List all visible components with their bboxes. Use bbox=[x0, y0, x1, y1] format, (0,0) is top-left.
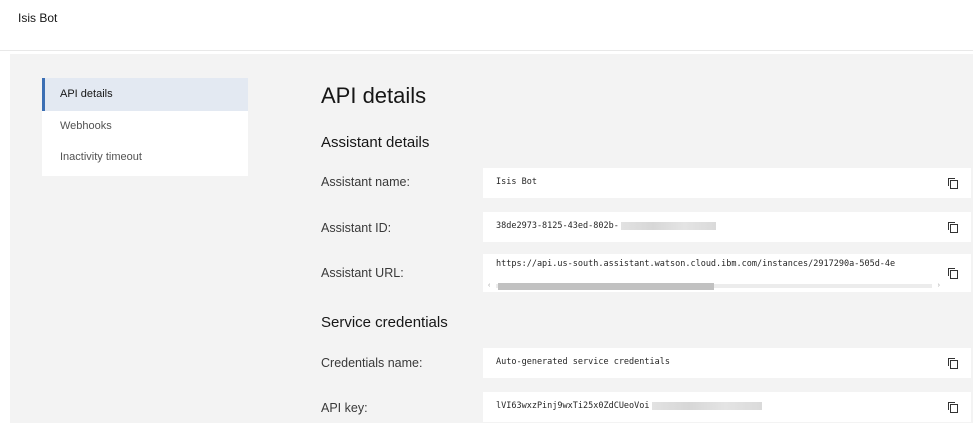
nav-item-api-details[interactable]: API details bbox=[42, 78, 248, 111]
redacted-blur bbox=[620, 221, 716, 230]
copy-icon[interactable] bbox=[947, 177, 959, 189]
service-credentials-heading: Service credentials bbox=[321, 314, 448, 331]
assistant-name-field: Isis Bot bbox=[483, 168, 971, 198]
horizontal-scrollbar[interactable]: ‹ › bbox=[488, 281, 940, 290]
api-key-label: API key: bbox=[321, 401, 368, 415]
copy-icon[interactable] bbox=[947, 221, 959, 233]
nav-item-inactivity-timeout[interactable]: Inactivity timeout bbox=[42, 142, 248, 175]
top-bar: Isis Bot bbox=[0, 0, 973, 51]
assistant-name-label: Assistant name: bbox=[321, 175, 410, 189]
redacted-blur bbox=[651, 401, 762, 410]
api-key-value: lVI63wxzPinj9wxTi25x0ZdCUeoVoi bbox=[496, 401, 650, 411]
scroll-left-icon[interactable]: ‹ bbox=[488, 281, 490, 290]
assistant-url-label: Assistant URL: bbox=[321, 266, 404, 280]
scrollbar-thumb[interactable] bbox=[498, 283, 714, 290]
assistant-id-label: Assistant ID: bbox=[321, 221, 392, 235]
app-title: Isis Bot bbox=[18, 11, 58, 25]
copy-icon[interactable] bbox=[947, 267, 959, 279]
page-title: API details bbox=[321, 83, 427, 108]
api-key-value-wrap: lVI63wxzPinj9wxTi25x0ZdCUeoVoi bbox=[496, 401, 762, 411]
nav-item-webhooks[interactable]: Webhooks bbox=[42, 111, 248, 144]
copy-icon[interactable] bbox=[947, 357, 959, 369]
side-nav: API details Webhooks Inactivity timeout bbox=[42, 78, 248, 176]
credentials-name-value: Auto-generated service credentials bbox=[496, 357, 670, 367]
copy-icon[interactable] bbox=[947, 401, 959, 413]
assistant-name-value: Isis Bot bbox=[496, 177, 537, 187]
assistant-id-value: 38de2973-8125-43ed-802b- bbox=[496, 221, 619, 231]
credentials-name-field: Auto-generated service credentials bbox=[483, 348, 971, 378]
assistant-details-heading: Assistant details bbox=[321, 134, 430, 151]
assistant-url-field: https://api.us-south.assistant.watson.cl… bbox=[483, 254, 971, 292]
credentials-name-label: Credentials name: bbox=[321, 356, 423, 370]
assistant-id-field: 38de2973-8125-43ed-802b- bbox=[483, 212, 971, 242]
assistant-id-value-wrap: 38de2973-8125-43ed-802b- bbox=[496, 221, 716, 231]
scroll-right-icon[interactable]: › bbox=[938, 281, 940, 290]
api-key-field: lVI63wxzPinj9wxTi25x0ZdCUeoVoi bbox=[483, 392, 971, 422]
assistant-url-value: https://api.us-south.assistant.watson.cl… bbox=[496, 259, 896, 269]
